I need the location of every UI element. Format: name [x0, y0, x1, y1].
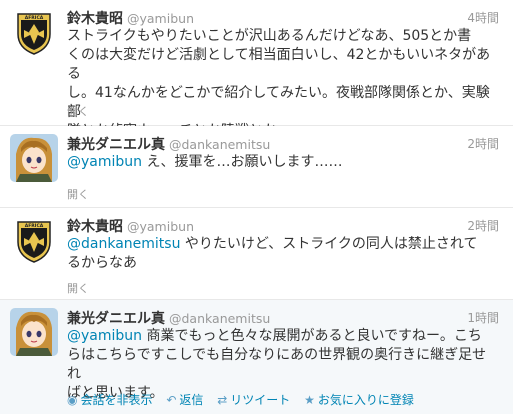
tweet-text-line: え、援軍を…お願いします…… [142, 154, 343, 170]
reply-icon: ↶ [166, 393, 177, 407]
conversation-icon: ◉ [67, 393, 78, 407]
tweet-text: @yamibun え、援軍を…お願いします…… [67, 153, 499, 172]
display-name[interactable]: 兼光ダニエル真 [67, 137, 165, 153]
action-label: リツイート [230, 393, 291, 407]
tweet-item[interactable]: 兼光ダニエル真 @dankanemitsu 1時間 @yamibun 商業でもっと… [0, 300, 513, 414]
tweet-text-line: 商業でもっと色々な展開があると良いですねー。こち [142, 328, 482, 344]
tweet-text-line: ストライクもやりたいことが沢山あるんだけどなあ、505とか書 [67, 28, 472, 44]
mention-link[interactable]: @yamibun [67, 328, 142, 344]
expand-link[interactable]: 開く [67, 103, 89, 119]
user-handle[interactable]: @dankanemitsu [169, 137, 270, 152]
tweet-text-line: らはこちらですこしでも自分なりにあの世界観の奥行きに継ぎ足せれ [67, 347, 487, 382]
timeline: AFRICA 鈴木貴昭 @yamibun 4時間 ストライクもやりたいことが沢山あ… [0, 0, 513, 414]
action-label: 会話を非表示 [80, 393, 153, 407]
timestamp[interactable]: 2時間 [467, 217, 499, 234]
tweet-item[interactable]: AFRICA 鈴木貴昭 @yamibun 4時間 ストライクもやりたいことが沢山あ… [0, 0, 513, 139]
timestamp[interactable]: 1時間 [467, 309, 499, 326]
anime-girl-avatar[interactable] [10, 308, 58, 356]
display-name[interactable]: 兼光ダニエル真 [67, 311, 165, 327]
action-label: 返信 [179, 393, 204, 407]
svg-text:AFRICA: AFRICA [25, 15, 44, 21]
badge-avatar[interactable]: AFRICA [10, 8, 58, 56]
svg-text:AFRICA: AFRICA [25, 223, 44, 229]
expand-link[interactable]: 開く [67, 280, 89, 296]
tweet-text-line: るからなあ [67, 255, 137, 271]
badge-avatar[interactable]: AFRICA [10, 216, 58, 264]
hide-conversation-button[interactable]: ◉ 会話を非表示 [67, 391, 153, 408]
timestamp[interactable]: 2時間 [467, 135, 499, 152]
action-label: お気に入りに登録 [317, 393, 414, 407]
display-name[interactable]: 鈴木貴昭 [67, 219, 123, 235]
tweet-text-line: やりたいけど、ストライクの同人は禁止されて [180, 236, 478, 252]
star-icon: ★ [304, 393, 315, 407]
display-name[interactable]: 鈴木貴昭 [67, 11, 123, 27]
user-handle[interactable]: @dankanemitsu [169, 311, 270, 326]
timestamp[interactable]: 4時間 [467, 9, 499, 26]
retweet-button[interactable]: ⇄ リツイート [217, 391, 290, 408]
anime-girl-avatar[interactable] [10, 134, 58, 182]
user-handle[interactable]: @yamibun [127, 11, 194, 26]
tweet-actions: ◉ 会話を非表示 ↶ 返信 ⇄ リツイート ★ お気に入りに登録 [67, 391, 424, 408]
expand-link[interactable]: 開く [67, 186, 89, 202]
reply-button[interactable]: ↶ 返信 [166, 391, 203, 408]
retweet-icon: ⇄ [217, 393, 228, 407]
tweet-item[interactable]: AFRICA 鈴木貴昭 @yamibun 2時間 @dankanemitsu やり… [0, 208, 513, 300]
tweet-text: ストライクもやりたいことが沢山あるんだけどなあ、505とか書 くのは大変だけど活… [67, 27, 499, 141]
mention-link[interactable]: @dankanemitsu [67, 236, 180, 252]
favorite-button[interactable]: ★ お気に入りに登録 [304, 391, 414, 408]
tweet-item[interactable]: 兼光ダニエル真 @dankanemitsu 2時間 @yamibun え、援軍を…… [0, 126, 513, 208]
user-handle[interactable]: @yamibun [127, 219, 194, 234]
tweet-text: @dankanemitsu やりたいけど、ストライクの同人は禁止されて るからな… [67, 235, 499, 273]
mention-link[interactable]: @yamibun [67, 154, 142, 170]
tweet-text-line: くのは大変だけど活劇として相当面白いし、42とかもいいネタがある [67, 47, 491, 82]
tweet-text-line: し。41なんかをどこかで紹介してみたい。夜戦部隊関係とか、実験部 [67, 85, 490, 120]
